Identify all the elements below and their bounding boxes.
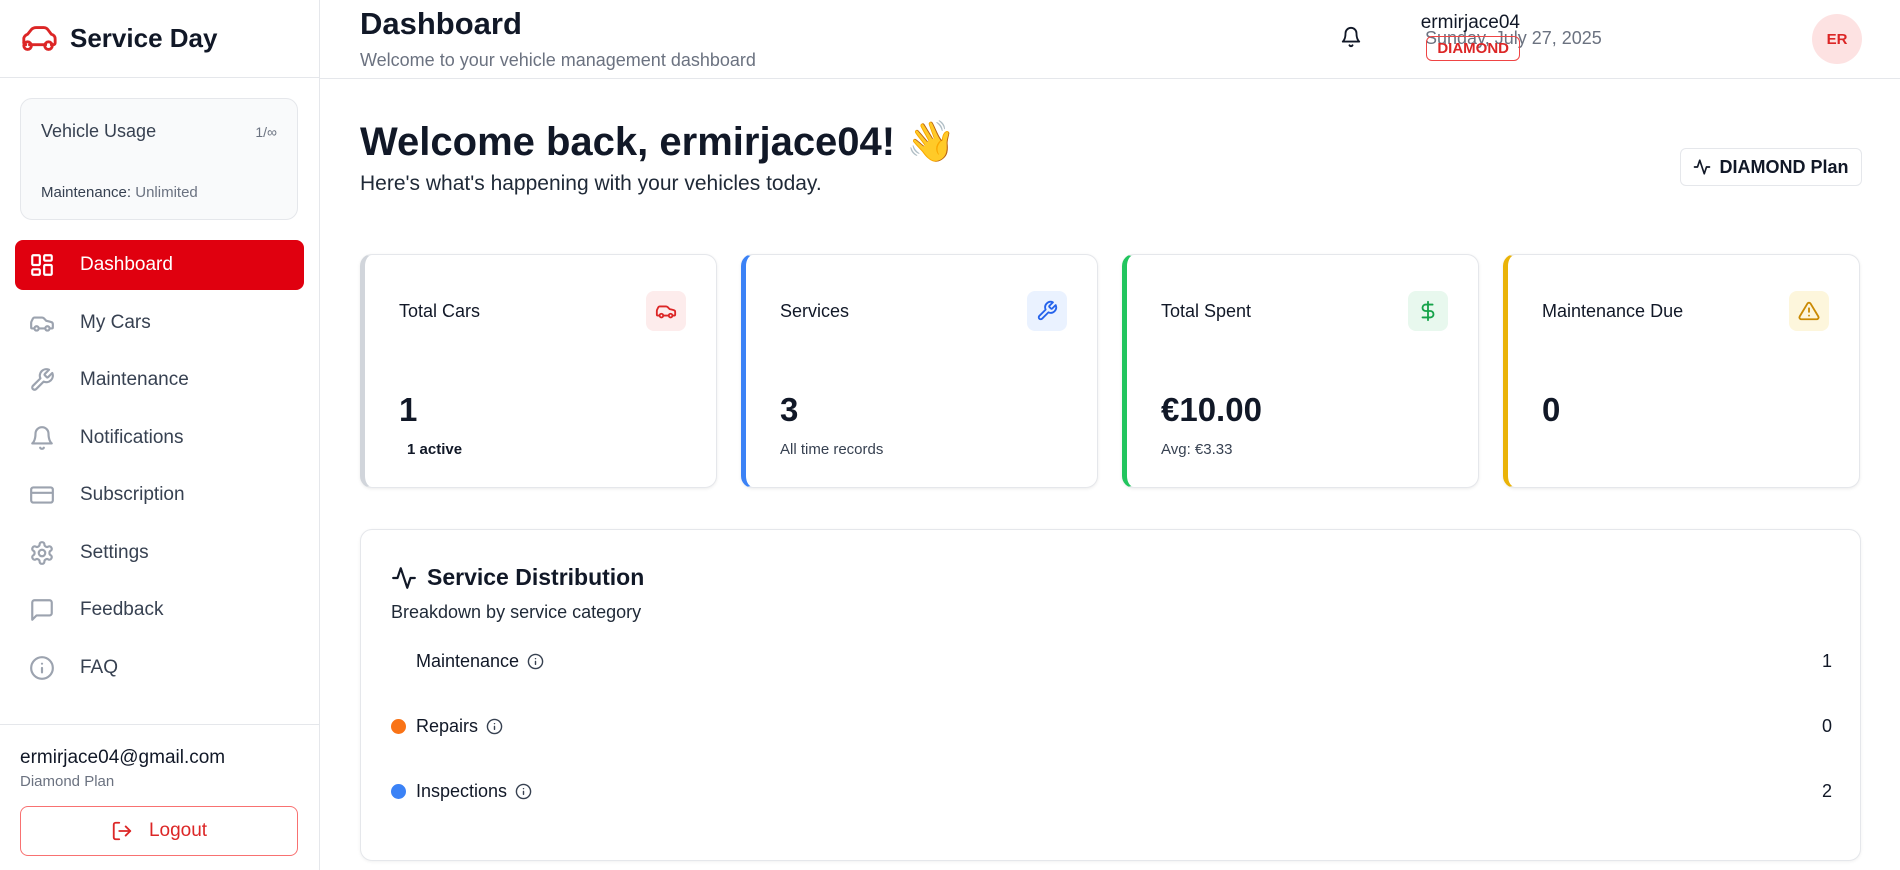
stat-value: €10.00 [1161, 391, 1262, 428]
sidebar-item-label: Subscription [80, 484, 185, 505]
stat-label: Maintenance Due [1542, 300, 1684, 321]
category-color-dot [391, 783, 406, 799]
user-email: ermirjace04@gmail.com [20, 747, 226, 768]
stat-card-maintenance-due: Maintenance Due 0 [1503, 254, 1860, 488]
logout-button[interactable]: Logout [20, 806, 298, 856]
sidebar-item-label: FAQ [80, 656, 119, 678]
welcome-heading: Welcome back, ermirjace04! 👋 [360, 120, 957, 164]
gear-icon [29, 540, 55, 566]
stat-label: Total Cars [399, 300, 481, 321]
dollar-icon [1408, 291, 1448, 331]
main-content: Welcome back, ermirjace04! 👋 Here's what… [320, 80, 1900, 870]
stat-value: 0 [1542, 391, 1561, 428]
distribution-row-inspections: Inspections 2 [391, 776, 1832, 806]
stat-label: Services [780, 300, 850, 321]
distribution-row-maintenance: Maintenance 1 [391, 646, 1832, 676]
header-username: ermirjace04 [1420, 12, 1520, 33]
notifications-bell-icon[interactable] [1340, 26, 1364, 50]
tier-badge: DIAMOND [1426, 36, 1520, 61]
brand-name: Service Day [70, 23, 218, 53]
brand[interactable]: Service Day [0, 0, 319, 78]
service-distribution-heading: Service Distribution [427, 564, 645, 590]
page-title: Dashboard [360, 6, 522, 41]
category-name: Maintenance [416, 650, 520, 671]
sidebar-item-notifications[interactable]: Notifications [15, 413, 304, 463]
vehicle-usage-count: 1/∞ [255, 123, 277, 140]
stat-value: 3 [780, 391, 799, 428]
sidebar-item-subscription[interactable]: Subscription [15, 470, 304, 520]
logout-icon [111, 820, 133, 842]
category-count: 1 [1821, 650, 1832, 671]
activity-icon [391, 565, 417, 591]
header-user-info[interactable]: ermirjace04 DIAMOND [1400, 12, 1520, 61]
user-plan: Diamond Plan [20, 773, 115, 790]
page-subtitle: Welcome to your vehicle management dashb… [360, 50, 756, 70]
sidebar-item-label: Settings [80, 541, 149, 563]
info-icon[interactable] [515, 783, 532, 800]
plan-button[interactable]: DIAMOND Plan [1680, 148, 1862, 186]
sidebar-item-label: Maintenance [80, 369, 189, 390]
grid-icon [29, 252, 55, 278]
sidebar-item-label: Feedback [80, 599, 164, 620]
wrench-icon [29, 367, 55, 393]
distribution-row-repairs: Repairs 0 [391, 711, 1832, 741]
sidebar-item-dashboard[interactable]: Dashboard [15, 240, 304, 290]
info-icon [29, 655, 55, 681]
stat-card-services: Services 3 All time records [741, 254, 1098, 488]
sidebar: Service Day Vehicle Usage 1/∞ Maintenanc… [0, 0, 320, 870]
plan-button-label: DIAMOND Plan [1719, 156, 1849, 177]
info-icon[interactable] [486, 718, 503, 735]
stat-card-total-cars: Total Cars 1 1 active [360, 254, 717, 488]
stat-card-total-spent: Total Spent €10.00 Avg: €3.33 [1122, 254, 1479, 488]
sidebar-footer: ermirjace04@gmail.com Diamond Plan Logou… [0, 724, 320, 870]
stat-sub: Avg: €3.33 [1161, 441, 1233, 458]
category-count: 2 [1821, 780, 1832, 801]
warning-icon [1789, 291, 1829, 331]
stat-value: 1 [399, 391, 418, 428]
welcome-subtitle: Here's what's happening with your vehicl… [360, 172, 822, 195]
wrench-icon [1027, 291, 1067, 331]
stats-row: Total Cars 1 1 active Services 3 All tim… [360, 254, 1861, 488]
car-logo-icon [20, 25, 58, 53]
active-cars-badge: 1 active [407, 441, 463, 458]
sidebar-item-label: My Cars [80, 311, 151, 333]
sidebar-item-label: Dashboard [80, 254, 173, 275]
category-name: Repairs [416, 715, 479, 736]
sidebar-item-maintenance[interactable]: Maintenance [15, 355, 304, 405]
sidebar-item-label: Notifications [80, 426, 184, 448]
category-name: Inspections [416, 780, 508, 801]
category-color-dot [391, 718, 406, 734]
vehicle-usage-title: Vehicle Usage [41, 121, 157, 141]
service-distribution-subtitle: Breakdown by service category [391, 602, 642, 622]
car-icon [646, 291, 686, 331]
sidebar-nav: Dashboard My Cars Maintenance Notificati… [15, 240, 304, 700]
maintenance-limit: Maintenance: Unlimited [41, 184, 277, 201]
car-icon [29, 310, 55, 336]
stat-label: Total Spent [1161, 300, 1252, 321]
credit-card-icon [29, 482, 55, 508]
activity-icon [1693, 158, 1711, 176]
sidebar-item-feedback[interactable]: Feedback [15, 585, 304, 635]
message-icon [29, 597, 55, 623]
maintenance-limit-label: Maintenance: [41, 184, 132, 201]
stat-sub: All time records [780, 441, 884, 458]
service-distribution-card: Service Distribution Breakdown by servic… [360, 529, 1861, 861]
category-color-dot [391, 654, 406, 669]
maintenance-limit-value: Unlimited [135, 184, 198, 201]
sidebar-item-settings[interactable]: Settings [15, 528, 304, 578]
info-icon[interactable] [527, 653, 544, 670]
service-distribution-title: Service Distribution [391, 564, 644, 591]
sidebar-item-faq[interactable]: FAQ [15, 643, 304, 693]
sidebar-item-my-cars[interactable]: My Cars [15, 298, 304, 348]
category-count: 0 [1821, 715, 1832, 736]
bell-icon [29, 425, 55, 451]
top-header: Dashboard Welcome to your vehicle manage… [320, 0, 1900, 79]
vehicle-usage-card: Vehicle Usage 1/∞ Maintenance: Unlimited [20, 98, 298, 220]
logout-label: Logout [148, 820, 208, 841]
avatar[interactable]: ER [1812, 14, 1862, 64]
